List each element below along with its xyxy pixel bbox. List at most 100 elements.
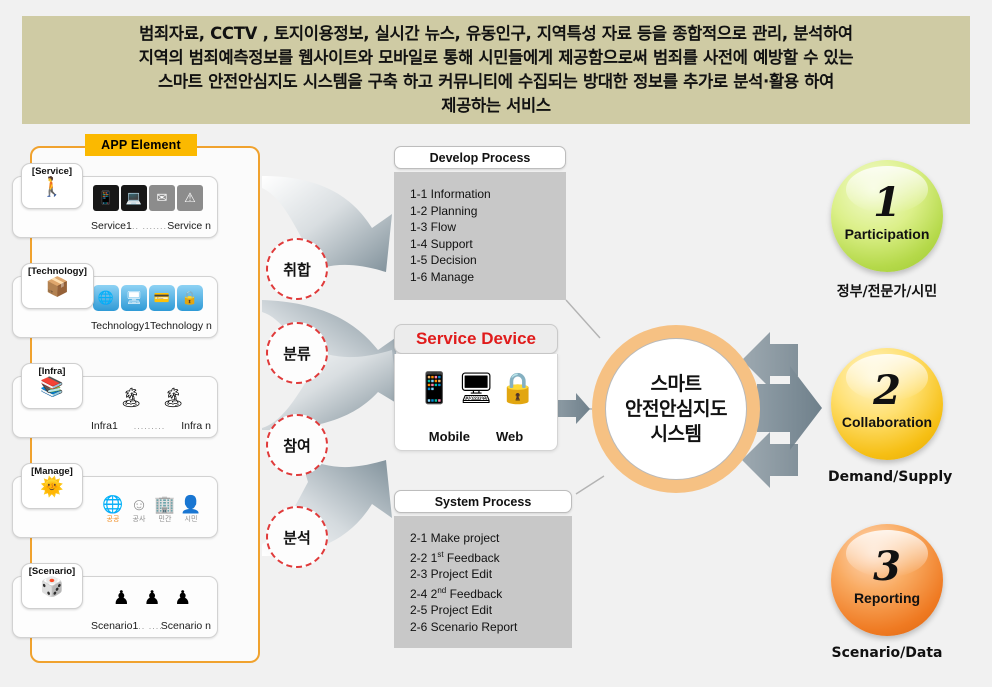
diagram-canvas: 범죄자료, CCTV , 토지이용정보, 실시간 뉴스, 유동인구, 지역특성 … (0, 0, 992, 687)
service-icon-1: 📱 (93, 185, 119, 211)
smile-icon: ☺ 공사 (130, 495, 148, 523)
manage-icon-strip: 🌐 공공 ☺ 공사 🏢 민간 👤 시민 (93, 487, 211, 531)
manage-hand-icon: 🌞 (40, 477, 64, 498)
result-number: 1 (873, 179, 901, 226)
element-row-scenario[interactable]: [Scenario] 🎲 ♟ ♟ ♟ Scenario1 .. ..... Sc… (12, 563, 218, 638)
books-icon: 📚 (40, 377, 64, 398)
flow-step-bunseok[interactable]: 분석 (266, 506, 328, 568)
manage-icon-label-2: 민간 (158, 516, 172, 523)
center-line-3: 시스템 (650, 422, 702, 445)
element-row-technology[interactable]: [Technology] 📦 🌐 🖥 💳 🔒 Technology1 ... T… (12, 263, 218, 338)
globe-icon: 🌐 공공 (102, 495, 124, 523)
technology-caption: Technology1 ... Technology n (91, 319, 212, 333)
arrow-center-to-collaboration (757, 366, 822, 450)
system-process-item: 2-3 Project Edit (410, 567, 493, 581)
service-icon-3: ✉ (149, 185, 175, 211)
result-reporting[interactable]: 3 Reporting Scenario/Data (828, 524, 946, 661)
flow-step-bunryu[interactable]: 분류 (266, 322, 328, 384)
service-device-captions: Mobile Web (395, 429, 557, 444)
technology-caption-right: Technology n (149, 320, 212, 332)
element-tag-label: [Infra] (38, 366, 66, 377)
figure-icon-1: ♟ (112, 587, 130, 609)
lock-icon: 🔒 (177, 285, 203, 311)
header-line-4: 제공하는 서비스 (441, 95, 551, 115)
scenario-caption-dots: .. ..... (138, 621, 161, 631)
service-caption-left: Service1 (91, 220, 132, 232)
service-caption-right: Service n (167, 220, 211, 232)
figure-icon-3: ♟ (174, 587, 192, 609)
system-process-item: 2-5 Project Edit (410, 603, 493, 617)
center-system-circle[interactable]: 스마트 안전안심지도 시스템 (592, 325, 760, 493)
develop-process-title: Develop Process (394, 146, 566, 169)
citizen-icon: 👤 시민 (180, 495, 202, 523)
result-collaboration[interactable]: 2 Collaboration Demand/Supply (828, 348, 952, 485)
center-system-inner: 스마트 안전안심지도 시스템 (605, 338, 747, 480)
element-tag-service: [Service] 🚶 (21, 163, 83, 209)
develop-process-item: 1-1 Information (410, 187, 491, 201)
header-line-3: 스마트 안전안심지도 시스템을 구축 하고 커뮤니티에 수집되는 방대한 정보를… (158, 72, 834, 91)
flow-step-chamyeo[interactable]: 참여 (266, 414, 328, 476)
develop-process-item: 1-2 Planning (410, 203, 478, 218)
system-process-list: 2-1 Make project 2-2 1st Feedback 2-3 Pr… (394, 516, 572, 648)
app-element-tab: APP Element (85, 134, 197, 156)
infra-caption-dots: ......... (133, 421, 166, 431)
service-device-caption-web: Web (495, 429, 524, 444)
connector-system-to-center (575, 475, 605, 495)
monitor-icon: 🖥 (456, 371, 496, 405)
service-caption-dots: .. ....... (132, 221, 168, 231)
element-tag-label: [Scenario] (28, 566, 76, 577)
arrow-device-to-center (556, 393, 590, 424)
element-tag-infra: [Infra] 📚 (21, 363, 83, 409)
result-subtitle: Scenario/Data (831, 645, 943, 661)
system-process-title: System Process (394, 490, 572, 513)
service-icon-strip: 📱 💻 ✉ ⚠ (93, 181, 211, 215)
element-tag-scenario: [Scenario] 🎲 (21, 563, 83, 609)
element-row-manage[interactable]: [Manage] 🌞 🌐 공공 ☺ 공사 🏢 민간 👤 시민 (12, 463, 218, 538)
infra-icon-strip: 🏝 🏝 (93, 381, 211, 415)
element-row-service[interactable]: [Service] 🚶 📱 💻 ✉ ⚠ Service1 .. ....... … (12, 163, 218, 238)
manage-icon-label-3: 시민 (184, 516, 198, 523)
result-participation[interactable]: 1 Participation 정부/전문가/시민 (828, 160, 946, 301)
service-caption: Service1 .. ....... Service n (91, 219, 211, 233)
service-icon-2: 💻 (121, 185, 147, 211)
mobile-map-icon: 📱 (415, 371, 453, 405)
connector-device-to-center (559, 407, 593, 410)
scenario-icon-strip: ♟ ♟ ♟ (93, 581, 211, 615)
element-tag-technology: [Technology] 📦 (21, 263, 94, 309)
network-icon: 🌐 (93, 285, 119, 311)
system-process-item: 2-6 Scenario Report (410, 619, 518, 634)
center-line-1: 스마트 (650, 372, 702, 395)
service-device-box[interactable]: Service Device 📱 🖥 🔒 Mobile Web (394, 324, 558, 451)
result-ball-3: 3 Reporting (831, 524, 943, 636)
result-name: Reporting (853, 590, 921, 606)
element-tag-label: [Service] (31, 166, 73, 177)
manage-icon-label-1: 공사 (132, 516, 146, 523)
element-row-infra[interactable]: [Infra] 📚 🏝 🏝 Infra1 ......... Infra n (12, 363, 218, 438)
service-device-caption-mobile: Mobile (428, 429, 470, 444)
result-subtitle: 정부/전문가/시민 (836, 284, 938, 300)
infra-caption-right: Infra n (181, 420, 211, 432)
develop-process-item: 1-4 Support (410, 236, 473, 251)
header-text: 범죄자료, CCTV , 토지이용정보, 실시간 뉴스, 유동인구, 지역특성 … (139, 22, 854, 118)
scenario-caption: Scenario1 .. ..... Scenario n (91, 619, 211, 633)
infra-caption: Infra1 ......... Infra n (91, 419, 211, 433)
result-ball-1: 1 Participation (831, 160, 943, 272)
flow-step-chwihap[interactable]: 취합 (266, 238, 328, 300)
system-process-box[interactable]: System Process 2-1 Make project 2-2 1st … (394, 490, 572, 648)
monitor-icon: 🖥 (121, 285, 147, 311)
result-number: 2 (873, 367, 901, 414)
result-number: 3 (873, 543, 901, 590)
scenario-caption-left: Scenario1 (91, 620, 139, 632)
develop-process-box[interactable]: Develop Process 1-1 Information 1-2 Plan… (394, 146, 566, 300)
develop-process-item: 1-3 Flow (410, 220, 457, 234)
element-tag-label: [Technology] (28, 266, 87, 277)
users-lock-icon: 🔒 (499, 371, 537, 405)
develop-process-item: 1-5 Decision (410, 253, 477, 267)
manage-icon-label-0: 공공 (106, 516, 120, 523)
result-name: Collaboration (841, 414, 933, 430)
develop-process-item: 1-6 Manage (410, 269, 475, 284)
result-ball-2: 2 Collaboration (831, 348, 943, 460)
layers-icon: 📦 (45, 277, 70, 298)
building-icon: 🏢 민간 (154, 495, 176, 523)
service-device-title: Service Device (394, 324, 558, 354)
